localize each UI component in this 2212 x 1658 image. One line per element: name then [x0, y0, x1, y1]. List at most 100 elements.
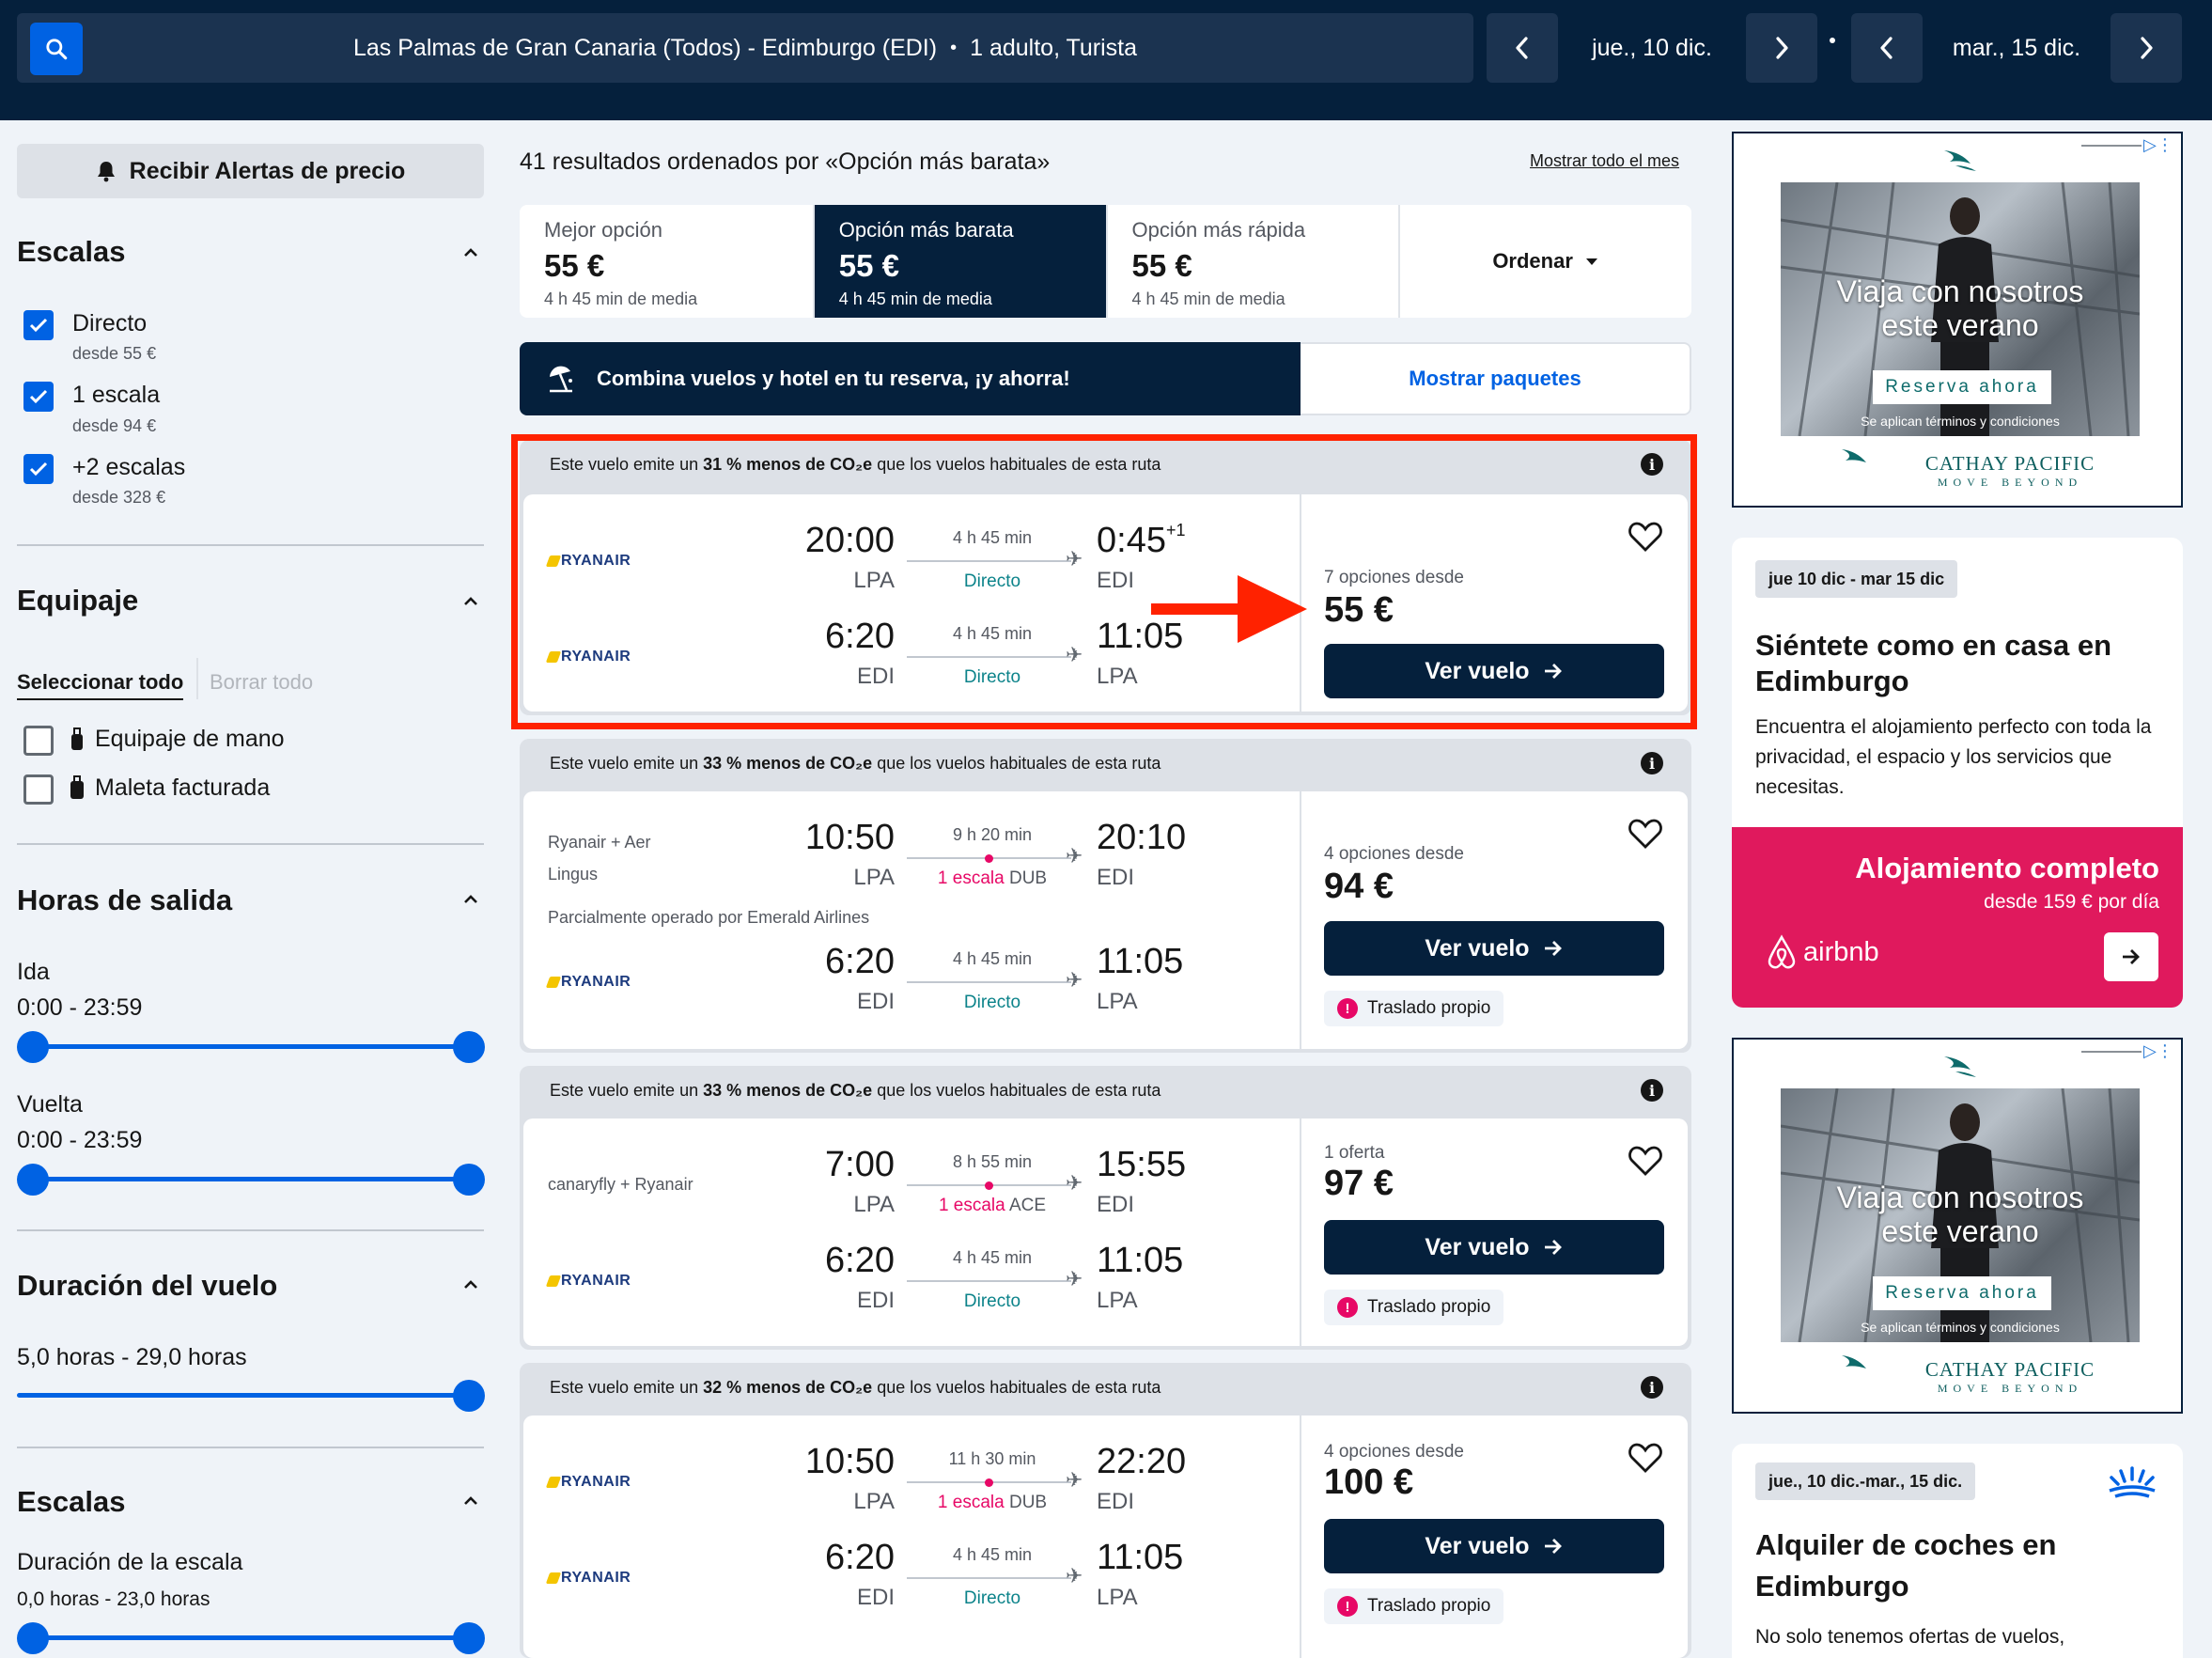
heart-icon[interactable]: [1628, 818, 1662, 850]
stops-one-checkbox[interactable]: [23, 382, 54, 412]
flight-card-body[interactable]: RYANAIR 10:50 LPA 11 h 30 min ✈ 1 escala…: [523, 1416, 1688, 1658]
eco-message: Este vuelo emite un 33 % menos de CO₂e q…: [550, 1081, 1161, 1101]
arrival-time: 20:10: [1097, 818, 1187, 857]
tab-fastest[interactable]: Opción más rápida 55 € 4 h 45 min de med…: [1105, 205, 1399, 318]
flight-duration-range: 5,0 horas - 29,0 horas: [17, 1344, 247, 1370]
view-flight-label: Ver vuelo: [1425, 1233, 1530, 1260]
info-icon[interactable]: i: [1641, 1079, 1663, 1102]
tab-cheapest[interactable]: Opción más barata 55 € 4 h 45 min de med…: [812, 205, 1106, 318]
return-date[interactable]: mar., 15 dic.: [1923, 13, 2111, 83]
return-next-button[interactable]: [2111, 13, 2182, 83]
ad-image: Viaja con nosotros este verano Reserva a…: [1781, 182, 2140, 436]
checkmark-icon: [29, 318, 48, 333]
slider-handle-max[interactable]: [453, 1164, 485, 1196]
airline-name: RYANAIR: [561, 974, 631, 990]
self-transfer-badge: ! Traslado propio: [1324, 1588, 1504, 1624]
stops-label: 1 escala DUB: [912, 868, 1072, 889]
chevron-up-icon[interactable]: [462, 593, 479, 610]
stop-airport: DUB: [1008, 1493, 1048, 1512]
layover-duration-slider[interactable]: [33, 1635, 469, 1640]
harp-icon: [545, 1275, 562, 1287]
stop-airport: ACE: [1008, 1196, 1047, 1215]
outbound-time-slider[interactable]: [33, 1044, 469, 1049]
airbnb-cta-panel[interactable]: Alojamiento completo desde 159 € por día…: [1732, 827, 2183, 1008]
carry-on-checkbox[interactable]: [23, 726, 54, 756]
sort-tabs: Mejor opción 55 € 4 h 45 min de media Op…: [520, 205, 1691, 318]
info-icon[interactable]: i: [1641, 1376, 1663, 1399]
checked-bag-label: Maleta facturada: [95, 774, 271, 801]
departure-airport: EDI: [856, 989, 895, 1014]
search-summary[interactable]: Las Palmas de Gran Canaria (Todos) - Edi…: [17, 13, 1473, 83]
outbound-next-button[interactable]: [1746, 13, 1817, 83]
price: 94 €: [1324, 867, 1394, 906]
stop-count: 1 escala: [937, 1493, 1005, 1512]
slider-handle-min[interactable]: [17, 1164, 49, 1196]
outbound-date[interactable]: jue., 10 dic.: [1558, 13, 1746, 83]
outbound-prev-button[interactable]: [1487, 13, 1558, 83]
arrival-time: 11:05: [1097, 1241, 1184, 1280]
ad-book-button[interactable]: Reserva ahora: [1873, 370, 2051, 404]
airbnb-cta-button[interactable]: [2104, 932, 2158, 981]
stop-airport: DUB: [1008, 868, 1048, 888]
arrival-time: 22:20: [1097, 1442, 1187, 1481]
cathay-pacific-ad[interactable]: ▷⋮ Viaja con nosotros este verano Reserv…: [1732, 132, 2183, 508]
checked-bag-checkbox[interactable]: [23, 774, 54, 805]
slider-handle-min[interactable]: [17, 1031, 49, 1063]
ryanair-logo: RYANAIR: [545, 1273, 631, 1290]
view-flight-label: Ver vuelo: [1425, 934, 1530, 962]
show-month-link[interactable]: Mostrar todo el mes: [1530, 151, 1679, 171]
divider: [196, 658, 198, 699]
airbnb-offer-card[interactable]: jue 10 dic - mar 15 dic Siéntete como en…: [1732, 538, 2183, 1008]
chevron-up-icon[interactable]: [462, 1276, 479, 1293]
flight-duration: 11 h 30 min: [948, 1449, 1036, 1468]
ad-tagline: MOVE BEYOND: [1937, 1382, 2083, 1395]
cathay-pacific-ad[interactable]: ▷⋮ Viaja con nosotros este verano Reserv…: [1732, 1038, 2183, 1414]
view-flight-button[interactable]: Ver vuelo: [1324, 1220, 1664, 1275]
select-all-link[interactable]: Seleccionar todo: [17, 670, 184, 700]
chevron-up-icon[interactable]: [462, 891, 479, 908]
stops-label: 1 escala DUB: [912, 1493, 1072, 1513]
slider-handle-max[interactable]: [453, 1380, 485, 1412]
price-alert-button[interactable]: Recibir Alertas de precio: [17, 144, 484, 198]
car-rental-card[interactable]: jue., 10 dic.-mar., 15 dic. Alquiler de …: [1732, 1444, 2183, 1658]
self-transfer-label: Traslado propio: [1367, 1596, 1491, 1616]
flight-card-body[interactable]: Ryanair + Aer Lingus 10:50 LPA 9 h 20 mi…: [523, 791, 1688, 1049]
tab-best[interactable]: Mejor opción 55 € 4 h 45 min de media: [520, 205, 813, 318]
stops-direct-checkbox[interactable]: [23, 310, 54, 340]
options-count: 4 opciones desde: [1324, 844, 1464, 864]
show-packages-button[interactable]: Mostrar paquetes: [1301, 342, 1691, 415]
slider-handle-min[interactable]: [17, 1622, 49, 1654]
cathay-brushwing-icon: [1944, 150, 1976, 171]
chevron-up-icon[interactable]: [462, 244, 479, 261]
heart-icon[interactable]: [1628, 1145, 1662, 1177]
slider-handle-max[interactable]: [453, 1031, 485, 1063]
ad-image: Viaja con nosotros este verano Reserva a…: [1781, 1088, 2140, 1342]
stops-two-plus-checkbox[interactable]: [23, 454, 54, 484]
offer-title: Alquiler de coches en Edimburgo: [1755, 1528, 2057, 1603]
tab-duration: 4 h 45 min de media: [1131, 289, 1285, 308]
view-flight-button[interactable]: Ver vuelo: [1324, 921, 1664, 976]
return-prev-button[interactable]: [1851, 13, 1923, 83]
operated-by-note: Parcialmente operado por Emerald Airline…: [548, 908, 870, 927]
slider-handle-max[interactable]: [453, 1622, 485, 1654]
departure-airport: LPA: [853, 1489, 895, 1514]
caret-down-icon: [1585, 258, 1597, 265]
ad-book-button[interactable]: Reserva ahora: [1873, 1276, 2051, 1310]
chevron-up-icon[interactable]: [462, 1493, 479, 1509]
flight-card-body[interactable]: canaryfly + Ryanair 7:00 LPA 8 h 55 min …: [523, 1118, 1688, 1346]
view-flight-button[interactable]: Ver vuelo: [1324, 1519, 1664, 1573]
price-alert-label: Recibir Alertas de precio: [129, 157, 406, 184]
sort-dropdown[interactable]: Ordenar: [1398, 205, 1691, 318]
flight-result-card: Este vuelo emite un 33 % menos de CO₂e q…: [520, 739, 1691, 1053]
stops-label: 1 escala ACE: [912, 1196, 1072, 1216]
heart-icon[interactable]: [1628, 1442, 1662, 1474]
alert-icon: !: [1337, 1596, 1358, 1617]
adchoices-icon[interactable]: ▷⋮: [2143, 135, 2173, 155]
return-time-slider[interactable]: [33, 1177, 469, 1181]
airbnb-logo: airbnb: [1766, 934, 1879, 970]
info-icon[interactable]: i: [1641, 752, 1663, 774]
adchoices-icon[interactable]: ▷⋮: [2143, 1041, 2173, 1061]
flight-duration-slider[interactable]: [17, 1393, 469, 1398]
clear-all-link[interactable]: Borrar todo: [210, 670, 313, 695]
arrival-time: 11:05: [1097, 942, 1184, 981]
